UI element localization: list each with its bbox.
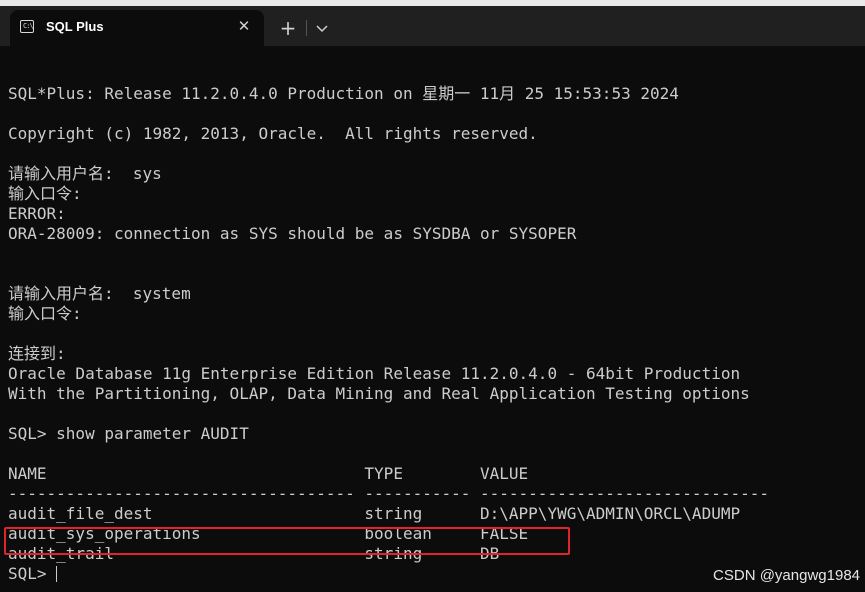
terminal-line: ORA-28009: connection as SYS should be a… (8, 224, 577, 243)
terminal-line: 请输入用户名: sys (8, 164, 162, 183)
terminal-output[interactable]: SQL*Plus: Release 11.2.0.4.0 Production … (8, 64, 769, 584)
tab-title: SQL Plus (46, 19, 104, 34)
terminal-line: ERROR: (8, 204, 66, 223)
terminal-window: C:\ SQL Plus ✕ + SQL*Plus: Release 11.2.… (0, 0, 865, 592)
terminal-line: SQL> show parameter AUDIT (8, 424, 249, 443)
highlight-annotation (4, 527, 570, 555)
text-cursor (56, 566, 58, 582)
new-tab-button[interactable]: + (276, 16, 300, 40)
terminal-line: ------------------------------------ ---… (8, 484, 769, 503)
chevron-down-icon[interactable] (312, 18, 332, 38)
terminal-line: Copyright (c) 1982, 2013, Oracle. All ri… (8, 124, 538, 143)
close-icon[interactable]: ✕ (234, 16, 254, 36)
watermark: CSDN @yangwg1984 (713, 567, 860, 584)
terminal-line: 连接到: (8, 344, 66, 363)
terminal-line: audit_file_dest string D:\APP\YWG\ADMIN\… (8, 504, 741, 523)
terminal-line: 输入口令: (8, 184, 82, 203)
background-window-sliver (0, 0, 865, 6)
terminal-prompt-line[interactable]: SQL> (8, 564, 769, 584)
tab-separator (306, 20, 307, 36)
terminal-line: 请输入用户名: system (8, 284, 191, 303)
terminal-line: Oracle Database 11g Enterprise Edition R… (8, 364, 741, 383)
terminal-line: SQL*Plus: Release 11.2.0.4.0 Production … (8, 84, 679, 103)
terminal-icon: C:\ (20, 20, 34, 33)
terminal-line: With the Partitioning, OLAP, Data Mining… (8, 384, 750, 403)
tab-bar: C:\ SQL Plus ✕ + (0, 0, 865, 46)
tab-sql-plus[interactable]: C:\ SQL Plus ✕ (10, 10, 264, 46)
prompt-text: SQL> (8, 564, 57, 583)
terminal-line: NAME TYPE VALUE (8, 464, 529, 483)
terminal-line: 输入口令: (8, 304, 82, 323)
